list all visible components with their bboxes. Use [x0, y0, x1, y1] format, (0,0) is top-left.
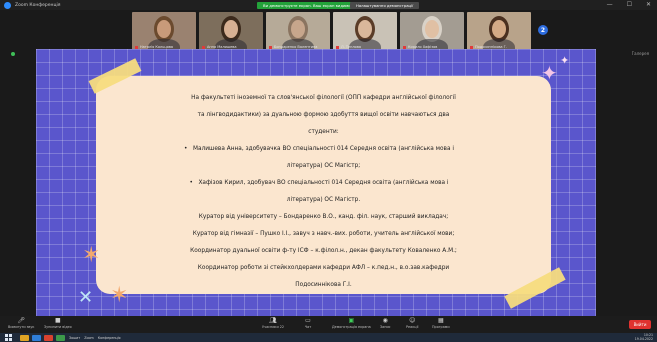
system-tray-clock[interactable]: 10:21 19.04.2022	[634, 333, 653, 341]
taskbar-app[interactable]: Зошит	[69, 336, 80, 340]
video-label: Зупинити відео	[44, 325, 72, 329]
participant-tile[interactable]: Анна Малишева	[199, 12, 263, 50]
participant-face	[291, 20, 305, 38]
student-line-cont: література) ОС Магістр.	[286, 197, 361, 203]
window-title: Zoom Конференція	[15, 2, 61, 8]
share-screen-icon: ▣	[348, 316, 355, 324]
camera-icon: ■	[55, 316, 61, 324]
record-icon: ◉	[382, 316, 388, 324]
record-button[interactable]: ◉ Запис	[380, 317, 391, 329]
participants-label: Учасники 22	[262, 325, 285, 329]
apps-label: Програми	[432, 325, 450, 329]
app-icon[interactable]	[44, 334, 53, 341]
slide-text: На факультеті іноземної та слов'янської …	[96, 90, 551, 294]
clock-date: 19.04.2022	[634, 336, 653, 341]
chat-label: Чат	[304, 325, 312, 329]
mute-label: Вимкнути звук	[8, 325, 35, 329]
share-banner-label: Ви демонструєте екран. Ваш екран видимий	[263, 3, 354, 8]
maximize-icon[interactable]: ☐	[627, 1, 632, 8]
coordinator-line: Координатор роботи зі стейкхолдерами каф…	[197, 265, 450, 271]
participant-tile[interactable]: Бондаренко Валентина	[266, 12, 330, 50]
sparkle-icon: ✦	[541, 61, 558, 85]
student-item: Малишева Анна, здобувачка ВО спеціальнос…	[96, 141, 551, 158]
reactions-button[interactable]: ☺ Реакції	[406, 317, 418, 329]
participant-face	[358, 20, 372, 38]
app-icon[interactable]	[56, 334, 65, 341]
microphone-icon: 🎤︎	[17, 316, 26, 324]
chat-button[interactable]: ▭ Чат	[304, 317, 312, 329]
share-settings-button[interactable]: Налаштування демонстрації	[350, 2, 420, 9]
slide-paragraph: студенти:	[308, 129, 339, 135]
student-item: Хафізов Кирил, здобувач ВО спеціальності…	[96, 175, 551, 192]
windows-taskbar: Зошит Zoom Конференція 10:21 19.04.2022	[0, 333, 657, 342]
share-screen-label: Демонстрація екрана	[332, 325, 371, 329]
apps-icon: ▦	[437, 316, 444, 324]
connection-status-icon	[11, 52, 15, 56]
taskbar-app[interactable]: Zoom	[84, 336, 94, 340]
file-explorer-icon[interactable]	[20, 334, 29, 341]
browser-icon[interactable]	[32, 334, 41, 341]
leave-button[interactable]: Вийти	[629, 320, 651, 329]
participants-count: 22	[279, 325, 285, 329]
taskbar-app[interactable]: Конференція	[98, 336, 121, 340]
zoom-window: Zoom Конференція Ви демонструєте екран. …	[0, 0, 657, 342]
apps-button[interactable]: ▦ Програми	[432, 317, 450, 329]
mute-button[interactable]: 🎤︎ Вимкнути звук	[8, 317, 34, 329]
share-screen-button[interactable]: ▣ Демонстрація екрана	[332, 317, 371, 329]
zoom-logo-icon	[4, 1, 11, 9]
participant-strip: Наталія Кольцова Анна Малишева Бондаренко …	[132, 12, 531, 50]
coordinator-line: Подосиннікова Г.І.	[295, 282, 352, 288]
record-label: Запис	[380, 325, 391, 329]
participant-tile[interactable]: Л. Теплова	[333, 12, 397, 50]
reactions-icon: ☺	[409, 316, 416, 324]
meeting-toolbar: 🎤︎ Вимкнути звук ■ Зупинити відео 👥︎ Уча…	[0, 316, 657, 333]
chat-icon: ▭	[305, 316, 311, 324]
student-line: Малишева Анна, здобувачка ВО спеціальнос…	[193, 146, 454, 152]
participant-tile[interactable]: Подосиннікова Г.	[467, 12, 531, 50]
windows-start-icon[interactable]	[5, 334, 12, 341]
coordinator-line: Куратор від університету – Бондаренко В.…	[198, 214, 449, 220]
minimize-icon[interactable]: —	[607, 1, 613, 8]
taskbar-pinned-apps	[20, 334, 65, 341]
title-bar: Zoom Конференція Ви демонструєте екран. …	[0, 0, 657, 10]
close-icon[interactable]: ✕	[646, 1, 651, 8]
participant-face	[157, 20, 171, 38]
participant-tile[interactable]: Кирило Хафізов	[400, 12, 464, 50]
shared-slide: ✦ ✦ ✶ ✶ ✕ На факультеті іноземної та сло…	[36, 49, 596, 316]
student-line: Хафізов Кирил, здобувач ВО спеціальності…	[198, 180, 448, 186]
student-line-cont: література) ОС Магістр;	[286, 163, 361, 169]
slide-paragraph: На факультеті іноземної та слов'янської …	[191, 95, 456, 101]
participant-face	[492, 20, 506, 38]
x-mark-icon: ✕	[78, 287, 94, 308]
view-mode-label[interactable]: Галерея	[632, 51, 649, 56]
window-controls: — ☐ ✕	[607, 1, 651, 8]
screen-share-banner[interactable]: Ви демонструєте екран. Ваш екран видимий	[257, 2, 360, 9]
strip-next-button[interactable]: 2	[538, 25, 548, 35]
sparkle-icon: ✦	[560, 54, 570, 67]
video-button[interactable]: ■ Зупинити відео	[44, 317, 72, 329]
reactions-label: Реакції	[406, 325, 419, 329]
strip-next-count: 2	[540, 26, 546, 34]
slide-paragraph: та лінгводидактики) за дуальною формою з…	[197, 112, 450, 118]
coordinator-line: Куратор від гімназії – Пушко І.І., завуч…	[192, 231, 455, 237]
participants-button[interactable]: 👥︎ Учасники 22	[262, 317, 284, 329]
coordinator-line: Координатор дуальної освіти ф-ту ІСФ – к…	[190, 248, 457, 254]
participant-tile[interactable]: Наталія Кольцова	[132, 12, 196, 50]
participant-face	[224, 20, 238, 38]
share-settings-label: Налаштування демонстрації	[356, 3, 414, 8]
leave-label: Вийти	[633, 322, 647, 327]
participant-face	[425, 20, 439, 38]
participants-icon: 👥︎	[269, 316, 277, 324]
